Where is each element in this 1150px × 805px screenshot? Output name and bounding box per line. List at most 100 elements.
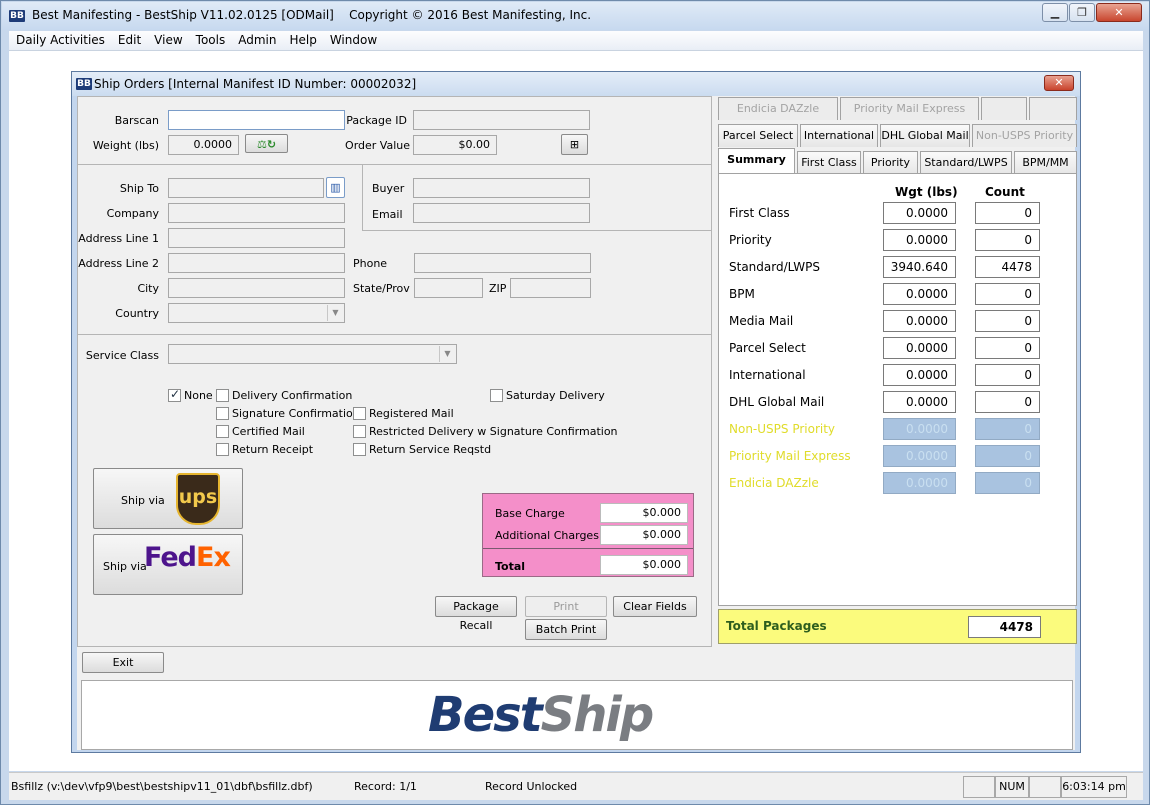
certified-mail-label: Certified Mail <box>232 425 305 438</box>
tab-non-usps-priority: Non-USPS Priority <box>972 124 1077 147</box>
tab-priority-mail-express: Priority Mail Express <box>840 97 979 120</box>
clear-fields-button[interactable]: Clear Fields <box>613 596 697 617</box>
certified-mail-checkbox[interactable] <box>216 425 229 438</box>
address1-field[interactable] <box>168 228 345 248</box>
exit-button[interactable]: Exit <box>82 652 164 673</box>
tab-parcel-select[interactable]: Parcel Select <box>718 124 798 147</box>
signature-confirmation-checkbox[interactable] <box>216 407 229 420</box>
service-class-select[interactable]: ▼ <box>168 344 457 364</box>
summary-weight-priority-mail-express: 0.0000 <box>883 445 956 467</box>
summary-count-standard-lwps: 4478 <box>975 256 1040 278</box>
menu-admin[interactable]: Admin <box>231 31 282 47</box>
summary-weight-media-mail: 0.0000 <box>883 310 956 332</box>
menu-tools[interactable]: Tools <box>189 31 232 47</box>
menu-window[interactable]: Window <box>323 31 383 47</box>
summary-panel: Wgt (lbs) Count First Class 0.0000 0 Priori… <box>718 173 1077 606</box>
restore-icon: ❐ <box>1077 6 1087 19</box>
additional-charges-field: $0.000 <box>600 525 688 545</box>
ship-orders-window: BB Ship Orders [Internal Manifest ID Num… <box>71 71 1081 753</box>
order-value-field[interactable]: $0.00 <box>413 135 497 155</box>
ship-to-field[interactable] <box>168 178 324 198</box>
country-label: Country <box>115 307 159 320</box>
child-close-button[interactable]: ✕ <box>1044 75 1074 91</box>
ups-logo-icon: ups <box>176 473 220 525</box>
summary-count-media-mail: 0 <box>975 310 1040 332</box>
registered-mail-checkbox[interactable] <box>353 407 366 420</box>
return-receipt-checkbox[interactable] <box>216 443 229 456</box>
city-field[interactable] <box>168 278 345 298</box>
return-service-checkbox[interactable] <box>353 443 366 456</box>
summary-weight-bpm: 0.0000 <box>883 283 956 305</box>
buyer-label: Buyer <box>372 182 405 195</box>
status-box-blank-2 <box>1029 776 1061 798</box>
zip-field[interactable] <box>510 278 591 298</box>
summary-weight-priority: 0.0000 <box>883 229 956 251</box>
state-label: State/Prov <box>353 282 410 295</box>
print-button[interactable]: Print <box>525 596 607 617</box>
ship-via-fedex-button[interactable]: Ship via FedEx <box>93 534 243 595</box>
grid-add-icon: ⊞ <box>569 138 580 151</box>
tab-priority[interactable]: Priority <box>863 151 918 174</box>
restricted-delivery-checkbox[interactable] <box>353 425 366 438</box>
service-class-label: Service Class <box>85 349 159 362</box>
batch-print-button[interactable]: Batch Print <box>525 619 607 640</box>
registered-mail-label: Registered Mail <box>369 407 454 420</box>
buyer-field[interactable] <box>413 178 590 198</box>
status-time: 6:03:14 pm <box>1061 776 1127 798</box>
company-field[interactable] <box>168 203 345 223</box>
phone-label: Phone <box>353 257 388 270</box>
charges-divider <box>483 548 693 549</box>
ship-via-fedex-label: Ship via <box>103 560 147 573</box>
return-receipt-label: Return Receipt <box>232 443 314 456</box>
tab-international[interactable]: International <box>800 124 878 147</box>
ship-to-label: Ship To <box>119 182 159 195</box>
delivery-confirmation-checkbox[interactable] <box>216 389 229 402</box>
total-packages-label: Total Packages <box>726 619 827 633</box>
tab-first-class[interactable]: First Class <box>797 151 861 174</box>
tab-standard-lwps[interactable]: Standard/LWPS <box>920 151 1012 174</box>
base-charge-field: $0.000 <box>600 503 688 523</box>
country-select[interactable]: ▼ <box>168 303 345 323</box>
city-label: City <box>137 282 159 295</box>
summary-count-priority-mail-express: 0 <box>975 445 1040 467</box>
summary-label-priority: Priority <box>729 233 772 247</box>
menu-daily-activities[interactable]: Daily Activities <box>9 31 111 47</box>
minimize-button[interactable]: ▁ <box>1042 3 1068 22</box>
summary-label-dhl-global-mail: DHL Global Mail <box>729 395 825 409</box>
email-field[interactable] <box>413 203 590 223</box>
tab-bpm-mm[interactable]: BPM/MM <box>1014 151 1077 174</box>
package-id-field[interactable] <box>413 110 590 130</box>
address2-field[interactable] <box>168 253 345 273</box>
barscan-input[interactable] <box>168 110 345 130</box>
phone-field[interactable] <box>414 253 591 273</box>
summary-weight-non-usps-priority: 0.0000 <box>883 418 956 440</box>
package-recall-button[interactable]: Package Recall <box>435 596 517 632</box>
summary-label-first-class: First Class <box>729 206 790 220</box>
menu-edit[interactable]: Edit <box>111 31 147 47</box>
summary-count-bpm: 0 <box>975 283 1040 305</box>
none-checkbox-label: None <box>184 389 213 402</box>
maximize-button[interactable]: ❐ <box>1069 3 1095 22</box>
total-label: Total <box>495 560 526 573</box>
address-book-button[interactable]: ▥ <box>326 177 345 198</box>
scale-read-button[interactable]: ⚖↻ <box>245 134 288 153</box>
delivery-confirmation-label: Delivery Confirmation <box>232 389 353 402</box>
summary-count-parcel-select: 0 <box>975 337 1040 359</box>
summary-weight-parcel-select: 0.0000 <box>883 337 956 359</box>
order-lookup-button[interactable]: ⊞ <box>561 134 588 155</box>
state-field[interactable] <box>414 278 483 298</box>
tab-dhl-global-mail[interactable]: DHL Global Mail <box>880 124 970 147</box>
none-checkbox[interactable] <box>168 387 181 402</box>
weight-label: Weight (lbs) <box>92 139 159 152</box>
menu-view[interactable]: View <box>147 31 188 47</box>
weight-field[interactable]: 0.0000 <box>168 135 239 155</box>
summary-count-endicia-dazzle: 0 <box>975 472 1040 494</box>
close-icon: ✕ <box>1054 76 1064 89</box>
menu-help[interactable]: Help <box>282 31 322 47</box>
ship-via-ups-button[interactable]: Ship via ups <box>93 468 243 529</box>
tab-summary[interactable]: Summary <box>718 148 795 173</box>
summary-count-first-class: 0 <box>975 202 1040 224</box>
saturday-delivery-checkbox[interactable] <box>490 389 503 402</box>
scale-refresh-icon: ⚖↻ <box>256 138 277 151</box>
close-button[interactable]: ✕ <box>1096 3 1142 22</box>
